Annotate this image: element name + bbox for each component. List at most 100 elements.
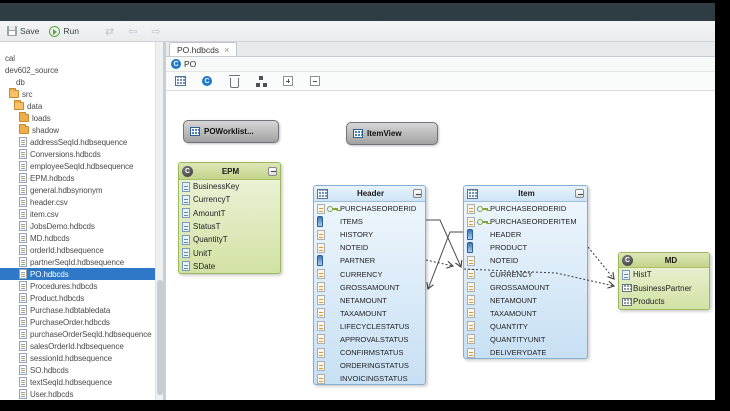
entity-field-row[interactable]: APPROVALSTATUS — [314, 333, 425, 346]
entity-field-row[interactable]: Products — [619, 295, 709, 309]
run-button[interactable]: Run — [46, 25, 82, 38]
entity-field-row[interactable]: GROSSAMOUNT — [464, 281, 587, 294]
entity-field-row[interactable]: PURCHASEORDERITEM — [464, 215, 587, 228]
tree-item[interactable]: db — [0, 76, 163, 88]
entity-field-row[interactable]: SDate — [179, 260, 280, 273]
entity-epm[interactable]: C EPM BusinessKey CurrencyT AmountT Stat… — [178, 162, 281, 274]
entity-field-row[interactable]: HISTORY — [314, 228, 425, 241]
entity-field-row[interactable]: CURRENCY — [314, 267, 425, 280]
entity-field-row[interactable]: CurrencyT — [179, 193, 280, 206]
entity-header[interactable]: Header — [314, 186, 425, 202]
entity-field-row[interactable]: PURCHASEORDERID — [464, 202, 587, 215]
back-arrow-icon[interactable]: ⇦ — [123, 26, 142, 37]
entity-header[interactable]: C EPM — [179, 163, 280, 180]
tree-item[interactable]: partnerSeqId.hdbsequence — [0, 256, 163, 268]
save-button[interactable]: Save — [4, 25, 42, 37]
auto-layout-button[interactable] — [254, 74, 268, 88]
tree-item[interactable]: textSeqId.hdbsequence — [0, 376, 163, 388]
breadcrumb-label[interactable]: PO — [184, 59, 196, 69]
tree-item[interactable]: orderId.hdbsequence — [0, 244, 163, 256]
entity-field-row[interactable]: INVOICINGSTATUS — [314, 372, 425, 384]
tree-scrollbar-thumb[interactable] — [157, 280, 163, 395]
entity-field-row[interactable]: NOTEID — [314, 241, 425, 254]
field-label: CURRENCY — [490, 269, 533, 279]
entity-field-row[interactable]: ITEMS — [314, 215, 425, 228]
tree-item[interactable]: JobsDemo.hdbcds — [0, 220, 163, 232]
entity-field-row[interactable]: CONFIRMSTATUS — [314, 346, 425, 359]
tree-item[interactable]: User.hdbcds — [0, 388, 163, 400]
entity-field-row[interactable]: QUANTITYUNIT — [464, 333, 587, 346]
tree-item[interactable]: addressSeqId.hdbsequence — [0, 136, 163, 148]
entity-field-row[interactable]: TAXAMOUNT — [314, 307, 425, 320]
entity-field-row[interactable]: QuantityT — [179, 233, 280, 246]
expand-all-button[interactable] — [281, 74, 295, 88]
entity-field-row[interactable]: ORDERINGSTATUS — [314, 359, 425, 372]
collapse-entity-button[interactable] — [575, 189, 584, 198]
entity-field-row[interactable]: AmountT — [179, 207, 280, 220]
tree-item[interactable]: data — [0, 100, 163, 112]
tree-item[interactable]: dev602_source — [0, 64, 163, 76]
tree-item[interactable]: PurchaseOrder.hdbcds — [0, 316, 163, 328]
entity-field-row[interactable]: BusinessKey — [179, 180, 280, 193]
entity-field-row[interactable]: PURCHASEORDERID — [314, 202, 425, 215]
entity-field-row[interactable]: PRODUCT — [464, 241, 587, 254]
tree-item[interactable]: MD.hdbcds — [0, 232, 163, 244]
entity-field-row[interactable]: HistT — [619, 268, 709, 282]
diagram-canvas[interactable]: POWorklist... ItemView C EPM BusinessKey… — [166, 91, 715, 400]
entity-field-row[interactable]: NOTEID — [464, 254, 587, 267]
entity-field-row[interactable]: GROSSAMOUNT — [314, 281, 425, 294]
collapse-entity-button[interactable] — [268, 166, 277, 176]
tree-item-label: employeeSeqId.hdbsequence — [30, 161, 134, 171]
swap-icon[interactable]: ⇄ — [100, 26, 119, 37]
tab-po-hdbcds[interactable]: PO.hdbcds × — [169, 42, 238, 56]
tree-item[interactable]: purchaseOrderSeqId.hdbsequence — [0, 328, 163, 340]
tree-item[interactable]: SO.hdbcds — [0, 364, 163, 376]
entity-field-row[interactable]: QUANTITY — [464, 320, 587, 333]
tree-item[interactable]: sessionId.hdbsequence — [0, 352, 163, 364]
entity-field-row[interactable]: NETAMOUNT — [314, 294, 425, 307]
entity-field-row[interactable]: StatusT — [179, 220, 280, 233]
tree-item[interactable]: shadow — [0, 124, 163, 136]
entity-md[interactable]: C MD HistT BusinessPartner Products — [618, 252, 710, 310]
trash-icon — [228, 74, 240, 88]
delete-button[interactable] — [227, 74, 241, 88]
tree-item[interactable]: employeeSeqId.hdbsequence — [0, 160, 163, 172]
tree-item[interactable]: header.csv — [0, 196, 163, 208]
entity-header[interactable]: C MD — [619, 253, 709, 268]
entity-header[interactable]: Item — [464, 186, 587, 202]
tree-item[interactable]: loads — [0, 112, 163, 124]
tree-item[interactable]: salesOrderId.hdbsequence — [0, 340, 163, 352]
collapse-all-button[interactable] — [308, 74, 322, 88]
forward-arrow-icon[interactable]: ⇨ — [146, 26, 165, 37]
entity-item-box[interactable]: Item PURCHASEORDERID PURCHASEORDERITEM H… — [463, 185, 588, 359]
project-explorer: cal dev602_source db src data loads shad… — [0, 42, 163, 400]
tree-scrollbar[interactable] — [155, 42, 163, 400]
view-poworklist[interactable]: POWorklist... — [183, 120, 279, 143]
tree-item[interactable]: item.csv — [0, 208, 163, 220]
table-view-button[interactable] — [173, 74, 187, 88]
entity-field-row[interactable]: UnitT — [179, 246, 280, 259]
tree-item[interactable]: EPM.hdbcds — [0, 172, 163, 184]
tree-item[interactable]: Product.hdbcds — [0, 292, 163, 304]
entity-field-row[interactable]: PARTNER — [314, 254, 425, 267]
entity-field-row[interactable]: HEADER — [464, 228, 587, 241]
tree-item[interactable]: src — [0, 88, 163, 100]
entity-field-row[interactable]: NETAMOUNT — [464, 294, 587, 307]
entity-header-box[interactable]: Header PURCHASEORDERID ITEMS HISTORY NOT… — [313, 185, 426, 385]
entity-field-row[interactable]: BusinessPartner — [619, 282, 709, 296]
tree-item[interactable]: cal — [0, 52, 163, 64]
entity-field-row[interactable]: LIFECYCLESTATUS — [314, 320, 425, 333]
context-view-button[interactable]: C — [200, 74, 214, 88]
entity-field-row[interactable]: CURRENCY — [464, 267, 587, 280]
collapse-entity-button[interactable] — [413, 189, 422, 198]
tree-item[interactable]: general.hdbsynonym — [0, 184, 163, 196]
view-itemview[interactable]: ItemView — [346, 122, 438, 145]
entity-field-row[interactable]: DELIVERYDATE — [464, 346, 587, 358]
tree-item[interactable]: PO.hdbcds — [0, 268, 163, 280]
tree-item[interactable]: Purchase.hdbtabledata — [0, 304, 163, 316]
tree-item[interactable]: Conversions.hdbcds — [0, 148, 163, 160]
tree-item[interactable]: Procedures.hdbcds — [0, 280, 163, 292]
tab-close-icon[interactable]: × — [224, 45, 229, 55]
entity-field-row[interactable]: TAXAMOUNT — [464, 307, 587, 320]
tree-item-icon — [19, 197, 27, 207]
